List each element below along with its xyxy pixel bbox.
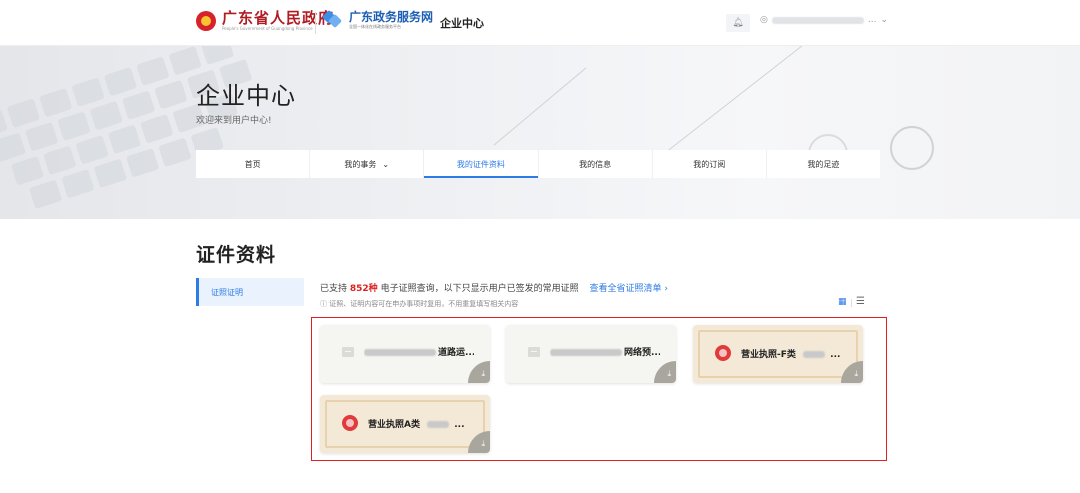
keyboard-background-image: [0, 46, 328, 219]
glasses-background-image: [890, 126, 934, 170]
chevron-down-icon: ⌄: [382, 159, 390, 169]
seal-icon: [342, 415, 358, 431]
redacted-text: [427, 420, 450, 428]
license-card[interactable]: 网络预... ⤓: [506, 325, 676, 383]
tab-my-footprint[interactable]: 我的足迹: [767, 150, 880, 178]
center-tabs: 首页 我的事务 ⌄ 我的证件资料 我的信息 我的订阅 我的足迹: [196, 150, 880, 178]
document-icon: [528, 346, 540, 357]
page-subtitle: 欢迎来到用户中心!: [196, 116, 272, 126]
logo-divider: [315, 12, 316, 34]
redacted-text: [803, 350, 826, 358]
user-icon: ◎: [760, 15, 768, 25]
download-icon[interactable]: ⤓: [468, 361, 490, 383]
chevron-down-icon: ⌄: [880, 15, 888, 25]
portal-logo[interactable]: 广东政务服务网 全国一体化在线政务服务平台: [321, 9, 434, 30]
document-icon: [342, 346, 354, 357]
license-title: 营业执照-F类: [741, 349, 796, 360]
license-title-ellipsis: ...: [830, 349, 841, 360]
user-menu[interactable]: ◎ ... ⌄: [760, 15, 888, 25]
seal-icon: [715, 345, 731, 361]
redacted-text: [364, 349, 436, 356]
license-title-ellipsis: ...: [454, 419, 465, 430]
grid-view-icon[interactable]: ▦: [838, 297, 847, 307]
background-line: [663, 46, 837, 155]
list-view-icon[interactable]: ☰: [856, 296, 865, 307]
license-title: 营业执照A类: [368, 419, 420, 430]
tab-home[interactable]: 首页: [196, 150, 311, 178]
notification-button[interactable]: 🔔︎: [726, 14, 750, 32]
supported-count: 852种: [349, 284, 378, 294]
tab-my-affairs[interactable]: 我的事务 ⌄: [310, 150, 425, 178]
license-title: 道路运...: [438, 348, 474, 358]
portal-title: 广东政务服务网: [349, 10, 434, 24]
license-card[interactable]: 营业执照-F类 ... ⤓: [693, 325, 863, 383]
redacted-text: [550, 349, 622, 356]
download-icon[interactable]: ⤓: [654, 361, 676, 383]
view-divider: [851, 299, 852, 307]
portal-logo-icon: [321, 9, 343, 30]
support-info: 已支持 852种 电子证照查询，以下只显示用户已签发的常用证照 查看全省证照清单…: [320, 284, 668, 294]
license-title: 网络预...: [624, 348, 660, 358]
top-navigation-bar: 广东省人民政府 People's Government of Guangdong…: [0, 0, 1080, 46]
tab-my-documents[interactable]: 我的证件资料: [424, 150, 539, 178]
side-tab-licenses[interactable]: 证照证明: [196, 278, 304, 306]
tab-my-subscriptions[interactable]: 我的订阅: [653, 150, 767, 178]
username-redacted: [771, 16, 864, 24]
section-title: 证件资料: [196, 244, 277, 266]
reuse-tip: ⓘ 证照、证明内容可在申办事项时复用，不用重复填写相关内容: [320, 300, 519, 308]
portal-subtitle: 全国一体化在线政务服务平台: [349, 24, 401, 29]
download-icon[interactable]: ⤓: [841, 361, 863, 383]
view-all-licenses-link[interactable]: 查看全省证照清单 ›: [589, 284, 667, 294]
license-card[interactable]: 营业执照A类 ... ⤓: [320, 395, 490, 453]
license-results: 道路运... ⤓ 网络预... ⤓ 营业执照-F类 ... ⤓ 营业执照A类 .…: [311, 317, 887, 461]
hero-banner: [0, 46, 1080, 219]
gov-logo[interactable]: 广东省人民政府 People's Government of Guangdong…: [196, 10, 334, 32]
national-emblem-icon: [196, 11, 216, 31]
download-icon[interactable]: ⤓: [468, 431, 490, 453]
bell-icon: 🔔︎: [732, 18, 744, 28]
tab-my-info[interactable]: 我的信息: [539, 150, 653, 178]
background-line: [493, 67, 587, 146]
page-title: 企业中心: [196, 82, 296, 110]
enterprise-center-link[interactable]: 企业中心: [440, 15, 484, 31]
gov-title: 广东省人民政府: [222, 9, 335, 27]
user-ellipsis: ...: [867, 15, 877, 25]
license-card[interactable]: 道路运... ⤓: [320, 325, 490, 383]
